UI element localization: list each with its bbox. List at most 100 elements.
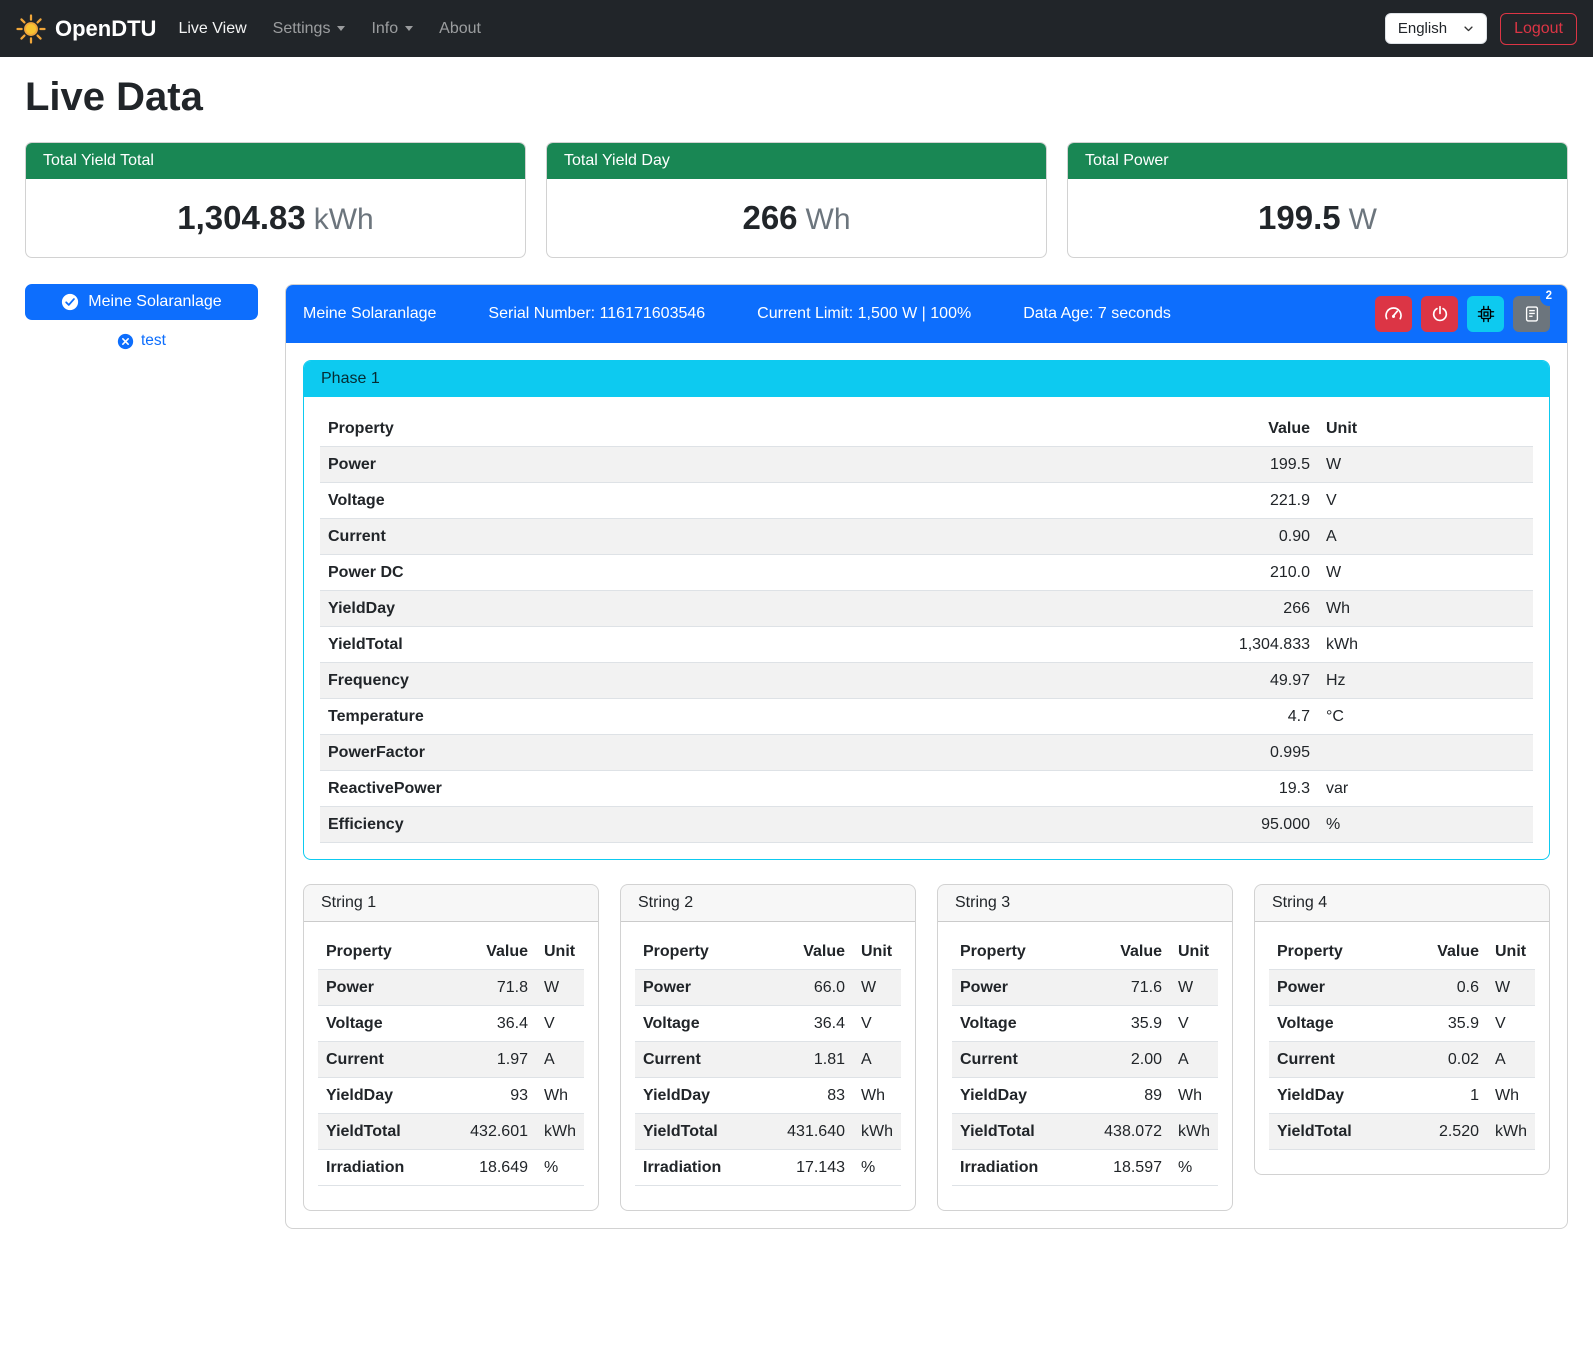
unit-cell: Wh xyxy=(1318,591,1533,627)
sun-logo-icon xyxy=(16,14,46,44)
dropdown-caret-icon xyxy=(337,26,345,31)
property-cell: Current xyxy=(952,1042,1088,1078)
unit-cell: Hz xyxy=(1318,663,1533,699)
table-row: YieldTotal431.640kWh xyxy=(635,1114,901,1150)
table-row: Current0.90A xyxy=(320,519,1533,555)
string-3-body: Property Value Unit Power71.6WVoltage35.… xyxy=(938,922,1232,1210)
value-cell: 221.9 xyxy=(1188,483,1318,519)
table-row: Power66.0W xyxy=(635,970,901,1006)
property-cell: YieldDay xyxy=(1269,1078,1405,1114)
unit-cell: kWh xyxy=(536,1114,584,1150)
table-row: YieldTotal2.520kWh xyxy=(1269,1114,1535,1150)
string-1-card: String 1 Property Value Unit xyxy=(303,884,599,1211)
nav-info-dropdown[interactable]: Info xyxy=(371,20,413,38)
card-value-row: 199.5W xyxy=(1068,179,1567,257)
table-row: Current1.81A xyxy=(635,1042,901,1078)
string-2-body: Property Value Unit Power66.0WVoltage36.… xyxy=(621,922,915,1210)
column-header-value: Value xyxy=(454,934,536,970)
language-select[interactable]: English xyxy=(1385,13,1487,44)
value-cell: 1,304.833 xyxy=(1188,627,1318,663)
limit-settings-button[interactable] xyxy=(1375,296,1412,332)
dropdown-caret-icon xyxy=(405,26,413,31)
property-cell: YieldTotal xyxy=(952,1114,1088,1150)
power-control-button[interactable] xyxy=(1421,296,1458,332)
sidebar-test-item[interactable]: test xyxy=(117,332,166,350)
column-header-value: Value xyxy=(1405,934,1487,970)
value-cell: 71.6 xyxy=(1088,970,1170,1006)
property-cell: YieldDay xyxy=(318,1078,454,1114)
card-title: Total Yield Total xyxy=(26,143,525,179)
phase-1-card: Phase 1 Property Value Unit Power199.5WV… xyxy=(303,360,1550,860)
property-cell: PowerFactor xyxy=(320,735,1188,771)
unit-cell: kWh xyxy=(853,1114,901,1150)
property-cell: Current xyxy=(318,1042,454,1078)
property-cell: Power xyxy=(635,970,771,1006)
inverter-panel: Meine Solaranlage Serial Number: 1161716… xyxy=(285,284,1568,1229)
nav-live-view[interactable]: Live View xyxy=(178,20,246,38)
value-cell: 18.597 xyxy=(1088,1150,1170,1186)
string-4-table: Property Value Unit Power0.6WVoltage35.9… xyxy=(1269,934,1535,1150)
value-cell: 36.4 xyxy=(454,1006,536,1042)
column-header-property: Property xyxy=(1269,934,1405,970)
logout-button[interactable]: Logout xyxy=(1500,13,1577,45)
value-cell: 0.90 xyxy=(1188,519,1318,555)
inverter-limit: Current Limit: 1,500 W | 100% xyxy=(757,305,971,323)
inverter-action-buttons: 2 xyxy=(1375,296,1550,332)
unit-cell: V xyxy=(1170,1006,1218,1042)
sidebar-test-label: test xyxy=(141,332,166,350)
string-2-title: String 2 xyxy=(621,885,915,922)
property-cell: YieldTotal xyxy=(1269,1114,1405,1150)
value-cell: 36.4 xyxy=(771,1006,853,1042)
string-1-body: Property Value Unit Power71.8WVoltage36.… xyxy=(304,922,598,1210)
value-cell: 66.0 xyxy=(771,970,853,1006)
unit-cell: kWh xyxy=(1487,1114,1535,1150)
phase-1-table: Property Value Unit Power199.5WVoltage22… xyxy=(320,411,1533,843)
table-row: YieldTotal438.072kWh xyxy=(952,1114,1218,1150)
table-row: YieldDay93Wh xyxy=(318,1078,584,1114)
value-cell: 35.9 xyxy=(1088,1006,1170,1042)
string-3-title: String 3 xyxy=(938,885,1232,922)
property-cell: ReactivePower xyxy=(320,771,1188,807)
table-row: Frequency49.97Hz xyxy=(320,663,1533,699)
inverter-panel-body: Phase 1 Property Value Unit Power199.5WV… xyxy=(286,343,1567,1228)
unit-cell: A xyxy=(853,1042,901,1078)
table-header-row: Property Value Unit xyxy=(635,934,901,970)
property-cell: Power DC xyxy=(320,555,1188,591)
brand-label: OpenDTU xyxy=(55,16,156,42)
inverter-name: Meine Solaranlage xyxy=(303,305,436,323)
column-header-unit: Unit xyxy=(1170,934,1218,970)
value-cell: 438.072 xyxy=(1088,1114,1170,1150)
value-cell: 0.6 xyxy=(1405,970,1487,1006)
nav-settings-dropdown[interactable]: Settings xyxy=(273,20,346,38)
nav-about[interactable]: About xyxy=(439,20,481,38)
table-row: Power71.8W xyxy=(318,970,584,1006)
device-info-button[interactable] xyxy=(1467,296,1504,332)
cpu-icon xyxy=(1477,305,1495,323)
sidebar-inverter-button[interactable]: Meine Solaranlage xyxy=(25,284,258,320)
unit-cell: Wh xyxy=(1487,1078,1535,1114)
inverter-sidebar: Meine Solaranlage test xyxy=(25,284,258,350)
unit-cell: A xyxy=(1487,1042,1535,1078)
table-row: Current1.97A xyxy=(318,1042,584,1078)
unit-cell: V xyxy=(1318,483,1533,519)
event-log-button[interactable]: 2 xyxy=(1513,296,1550,332)
unit-cell: % xyxy=(1318,807,1533,843)
brand[interactable]: OpenDTU xyxy=(16,14,156,44)
property-cell: Voltage xyxy=(635,1006,771,1042)
unit-cell: V xyxy=(1487,1006,1535,1042)
table-row: Power DC210.0W xyxy=(320,555,1533,591)
property-cell: Power xyxy=(952,970,1088,1006)
table-row: Irradiation17.143% xyxy=(635,1150,901,1186)
table-header-row: Property Value Unit xyxy=(1269,934,1535,970)
table-row: Current2.00A xyxy=(952,1042,1218,1078)
property-cell: Current xyxy=(320,519,1188,555)
value-cell: 199.5 xyxy=(1188,447,1318,483)
column-header-value: Value xyxy=(1188,411,1318,447)
total-yield-total-unit: kWh xyxy=(314,203,374,236)
check-circle-icon xyxy=(61,293,79,311)
value-cell: 2.520 xyxy=(1405,1114,1487,1150)
string-3-card: String 3 Property Value Unit xyxy=(937,884,1233,1211)
card-value-row: 1,304.83kWh xyxy=(26,179,525,257)
gauge-icon xyxy=(1384,305,1403,324)
live-data-page: Live Data Total Yield Total 1,304.83kWh … xyxy=(0,57,1593,1259)
